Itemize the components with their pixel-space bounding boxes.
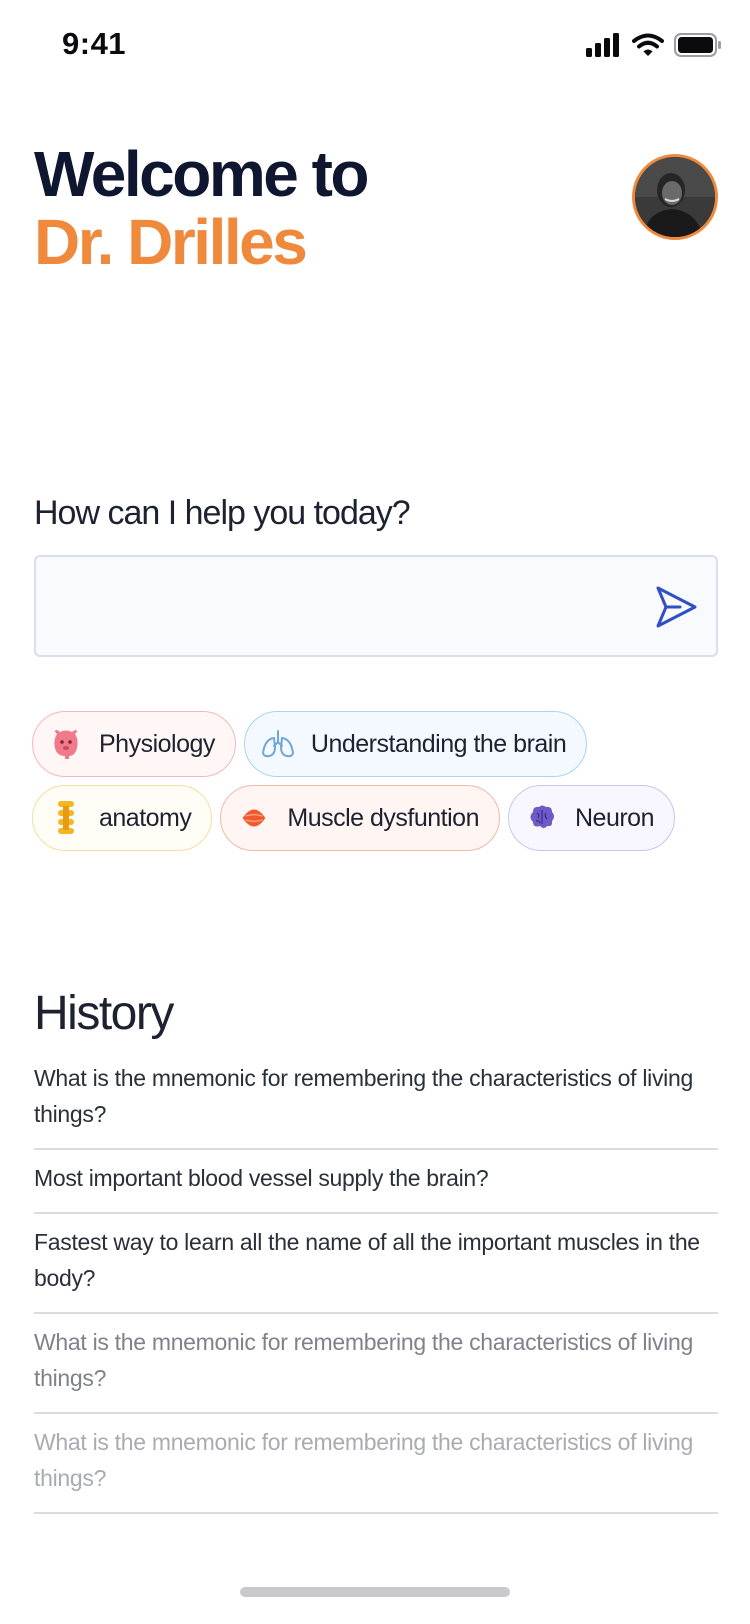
lungs-icon [261, 727, 295, 761]
chip-anatomy[interactable]: anatomy [32, 785, 213, 851]
send-icon [656, 586, 697, 628]
spine-icon [49, 801, 83, 835]
status-icons [586, 30, 722, 60]
chip-row: anatomy Muscle dysfuntion Neuron [32, 785, 722, 851]
chip-understanding-the-brain[interactable]: Understanding the brain [243, 711, 588, 777]
history-item[interactable]: What is the mnemonic for remembering the… [34, 1414, 718, 1514]
user-avatar[interactable] [632, 154, 718, 240]
history-item[interactable]: Fastest way to learn all the name of all… [34, 1214, 718, 1314]
send-button[interactable] [646, 577, 706, 637]
app-name-title: Dr. Drilles [34, 206, 308, 278]
status-time: 9:41 [62, 26, 127, 61]
history-list: What is the mnemonic for remembering the… [34, 1060, 718, 1514]
history-item-text: What is the mnemonic for remembering the… [34, 1329, 693, 1391]
chip-physiology[interactable]: Physiology [32, 711, 236, 777]
prompt-input-box[interactable] [34, 555, 718, 657]
history-item-text: Most important blood vessel supply the b… [34, 1165, 489, 1191]
status-bar: 9:41 [0, 0, 750, 92]
home-indicator[interactable] [240, 1587, 510, 1597]
stomach-icon [49, 727, 83, 761]
history-item[interactable]: What is the mnemonic for remembering the… [34, 1060, 718, 1150]
chip-row: Physiology Understanding the brain [32, 711, 722, 777]
welcome-title: Welcome to Dr. Drilles [34, 138, 370, 278]
topic-chips: Physiology Understanding the brain anato… [32, 711, 722, 859]
history-item[interactable]: Most important blood vessel supply the b… [34, 1150, 718, 1214]
muscle-icon [237, 801, 271, 835]
prompt-input[interactable] [56, 577, 650, 639]
avatar-photo-icon [635, 157, 715, 237]
chip-label: Understanding the brain [310, 729, 567, 758]
chip-muscle-dysfuntion[interactable]: Muscle dysfuntion [220, 785, 500, 851]
history-item-text: What is the mnemonic for remembering the… [34, 1065, 693, 1127]
history-item-text: Fastest way to learn all the name of all… [34, 1229, 700, 1291]
welcome-title-line: Welcome to [34, 138, 370, 210]
brain-icon [525, 801, 559, 835]
chip-label: Physiology [99, 729, 215, 758]
chip-label: Neuron [575, 803, 655, 832]
chip-label: Muscle dysfuntion [287, 803, 479, 832]
chip-label: anatomy [99, 803, 192, 832]
chip-neuron[interactable]: Neuron [508, 785, 675, 851]
help-prompt-label: How can I help you today? [34, 494, 411, 532]
wifi-icon [632, 33, 664, 56]
battery-icon [674, 33, 721, 57]
history-item-text: What is the mnemonic for remembering the… [34, 1429, 693, 1491]
cellular-signal-icon [586, 33, 619, 57]
history-title: History [34, 987, 174, 1040]
history-item[interactable]: What is the mnemonic for remembering the… [34, 1314, 718, 1414]
